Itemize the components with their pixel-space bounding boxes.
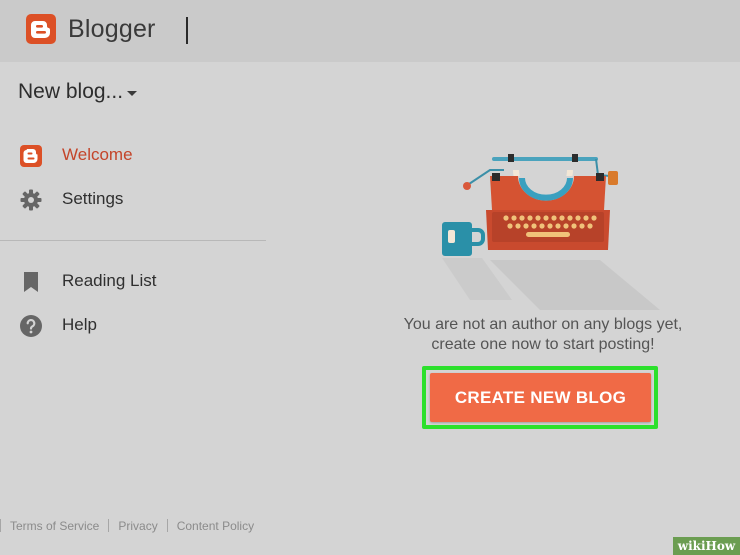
sidebar-item-settings[interactable]: Settings (0, 179, 266, 219)
text-cursor (186, 17, 188, 44)
footer-separator (166, 519, 168, 533)
typewriter-illustration (430, 140, 660, 310)
sidebar-item-label: Settings (62, 189, 124, 208)
sidebar-item-reading-list[interactable]: Reading List (0, 261, 266, 301)
gear-icon (19, 188, 43, 212)
blogger-logo-icon[interactable] (26, 14, 56, 44)
message-line: create one now to start posting! (431, 336, 655, 353)
sidebar-item-label: Welcome (62, 145, 133, 164)
sidebar-item-label: Reading List (62, 271, 157, 290)
footer-link-content-policy[interactable]: Content Policy (177, 519, 254, 533)
bookmark-icon (19, 270, 43, 294)
footer-separator (108, 519, 110, 533)
empty-state-message: You are not an author on any blogs yet, … (380, 315, 706, 355)
create-new-blog-button[interactable]: CREATE NEW BLOG (430, 373, 651, 422)
footer-separator (0, 519, 1, 533)
chevron-down-icon[interactable] (127, 91, 137, 96)
footer-link-privacy[interactable]: Privacy (118, 519, 157, 533)
footer: Terms of Service Privacy Content Policy (0, 518, 254, 534)
sidebar-divider (0, 240, 266, 241)
wikihow-watermark: wikiHow (673, 537, 740, 555)
footer-link-terms[interactable]: Terms of Service (10, 519, 99, 533)
app-title: Blogger (68, 15, 156, 43)
blog-selector-dropdown[interactable]: New blog... (18, 80, 123, 104)
blogger-icon (19, 144, 43, 168)
sidebar-item-label: Help (62, 315, 97, 334)
sidebar-item-help[interactable]: Help (0, 305, 266, 345)
sidebar-item-welcome[interactable]: Welcome (0, 135, 266, 175)
app-header: Blogger (0, 0, 740, 62)
help-icon (19, 314, 43, 338)
message-line: You are not an author on any blogs yet, (403, 316, 683, 333)
